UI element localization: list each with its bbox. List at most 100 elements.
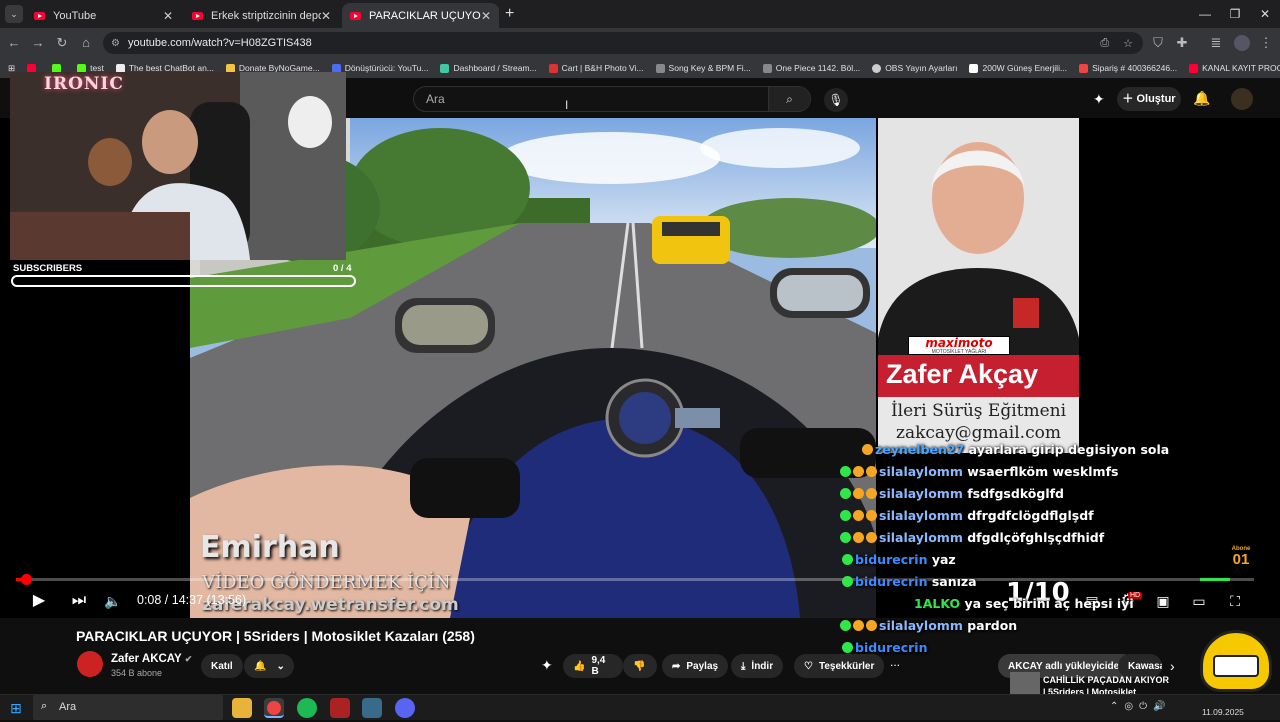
windows-taskbar: ⊞ ⌕ Ara ⌃◎⏻🔊 11.09.2025 [0,694,1280,720]
badge-icon [853,619,864,631]
bookmark-channel-register[interactable]: KANAL KAYIT PROG... [1189,63,1280,73]
app-icon[interactable] [362,698,382,718]
tab-paraciklar-active[interactable]: PARACIKLAR UÇUYOR | 5Sr ✕ [342,3,499,28]
tab-striptiz-video[interactable]: Erkek striptizcinin deposu // Bir ✕ [184,3,339,28]
bookmark-star-icon[interactable]: ☆ [1123,37,1133,50]
join-button[interactable]: Katıl [201,654,243,678]
theater-mode-icon[interactable]: ▭ [1188,590,1210,612]
bookmark-amazon[interactable]: 200W Güneş Enerjili... [969,63,1067,73]
microphone-icon[interactable]: 🎙 [824,88,848,112]
chip-scroll-right-icon[interactable]: › [1170,658,1175,674]
guest-name-bar: Zafer Akçay [878,355,1079,397]
forward-icon[interactable]: → [30,35,46,51]
media-controls-icon[interactable]: ≣ [1208,35,1224,51]
video-scrubber-handle[interactable] [21,574,32,585]
close-icon[interactable]: ✕ [163,9,173,23]
badge-icon [842,553,853,565]
badge-icon [840,465,851,477]
chat-overlay: zeynelben27 ayarlara girip degisiyon sol… [840,438,1180,658]
like-button[interactable]: 👍 9,4 B [563,654,623,678]
bookmark-dashboard[interactable]: Dashboard / Stream... [440,63,537,73]
facecam-illustration [10,72,346,260]
chat-text: ayarlara girip degisiyon sola [968,441,1170,457]
channel-name[interactable]: Zafer AKCAY ✔ [111,653,192,665]
search-input[interactable]: Ara [426,92,445,106]
voicemeeter-icon[interactable] [330,698,350,718]
notifications-bell-icon[interactable]: 🔔 [1193,90,1210,107]
back-icon[interactable]: ← [6,35,22,51]
text-cursor-icon: I [565,98,569,112]
abone-count: 01 [1232,551,1250,568]
discord-icon[interactable] [395,698,415,718]
new-tab-button[interactable]: + [505,5,514,23]
download-button[interactable]: ⤓ İndir [731,654,784,678]
menu-kebab-icon[interactable]: ⋮ [1258,35,1274,51]
bookmark-converter[interactable]: Dönüştürücü: YouTu... [331,63,428,73]
sparkle-ai-icon[interactable]: ✦ [541,657,553,674]
taskbar-search-box[interactable]: ⌕ Ara [33,695,223,720]
restore-icon[interactable]: ❐ [1220,4,1250,24]
tab-search-button[interactable]: ⌄ [5,5,23,23]
home-icon[interactable]: ⌂ [78,35,94,51]
window-close-icon[interactable]: ✕ [1250,4,1280,24]
chip-label: AKCAY adlı yükleyiciden [1008,660,1126,672]
chrome-icon[interactable] [264,698,284,718]
extensions-icon[interactable]: ✚ [1174,35,1190,51]
streamer-facecam [10,72,346,260]
chat-username: silalaylomm [879,507,963,523]
next-video-icon[interactable]: ⏭ [68,590,90,612]
system-tray[interactable]: ⌃◎⏻🔊 [1110,701,1171,712]
share-label: Paylaş [686,660,719,672]
bookmark-label: OBS Yayın Ayarları [885,63,958,73]
thanks-label: Teşekkürler [818,660,875,672]
bookmark-order[interactable]: Sipariş # 400366246... [1079,63,1177,73]
badge-icon [866,465,877,477]
thanks-button[interactable]: ♡ Teşekkürler [794,654,885,678]
tab-title: YouTube [53,9,97,22]
shield-icon[interactable]: ⛉ [1150,35,1166,51]
minimize-icon[interactable]: — [1190,4,1220,24]
chat-text: yaz [931,551,956,567]
site-info-icon[interactable]: ⚙ [111,38,120,49]
fullscreen-icon[interactable]: ⛶ [1224,590,1246,612]
bookmark-obs[interactable]: OBS Yayın Ayarları [872,63,957,73]
bookmark-one-piece[interactable]: One Piece 1142. Böl... [762,63,860,73]
windows-start-icon[interactable]: ⊞ [6,698,26,718]
close-icon[interactable]: ✕ [481,9,491,23]
install-app-icon[interactable]: ⎙ [1100,37,1109,50]
volume-level-bar[interactable] [1200,578,1230,581]
play-icon[interactable]: ▶ [28,590,50,612]
chat-text: ya seç birini aç hepsi iyi [964,595,1134,611]
reload-icon[interactable]: ↻ [54,35,70,51]
subscribers-goal-count: 0 / 4 [333,263,352,274]
spotify-icon[interactable] [297,698,317,718]
chat-username: bidurecrin [855,639,928,655]
recommended-video-title[interactable]: CAHİLLİK PAÇADAN AKIYOR | 5Sriders | Mot… [1043,674,1173,694]
thumbs-up-icon: 👍 [573,660,586,672]
file-explorer-icon[interactable] [232,698,252,718]
cast-icon[interactable]: ✦ [1093,91,1105,108]
bookmark-bh-photo[interactable]: Cart | B&H Photo Vi... [548,63,644,73]
channel-avatar[interactable] [77,651,103,677]
bookmark-label: Cart | B&H Photo Vi... [561,63,644,73]
recommended-video-thumbnail[interactable] [1010,672,1040,694]
ironic-brand-logo: IRONIC [44,74,124,94]
volume-icon[interactable]: 🔈 [102,590,124,612]
search-icon[interactable]: ⌕ [768,87,810,111]
chat-message: silalaylomm fsdfgsdköglfd [840,482,1180,504]
youtube-search-box[interactable]: Ara ⌕ [413,86,811,112]
badge-icon [842,575,853,587]
profile-avatar[interactable] [1234,35,1250,51]
dislike-button[interactable]: 👎 [623,654,657,678]
tab-youtube[interactable]: YouTube ✕ [26,3,181,28]
bookmark-label: 200W Güneş Enerjili... [982,63,1068,73]
bookmark-song-key[interactable]: Song Key & BPM Fi... [655,63,751,73]
notification-bell-dropdown[interactable]: 🔔 ⌄ [244,654,294,678]
address-bar[interactable]: ⚙ youtube.com/watch?v=H08ZGTIS438 ⎙ ☆ [103,32,1143,54]
create-button[interactable]: ＋ Oluştur [1117,87,1181,111]
more-actions-button[interactable]: ... [890,655,900,669]
close-icon[interactable]: ✕ [321,9,331,23]
video-title: PARACIKLAR UÇUYOR | 5Sriders | Motosikle… [76,628,475,644]
share-button[interactable]: ➦ Paylaş [662,654,729,678]
account-avatar[interactable] [1231,88,1253,110]
